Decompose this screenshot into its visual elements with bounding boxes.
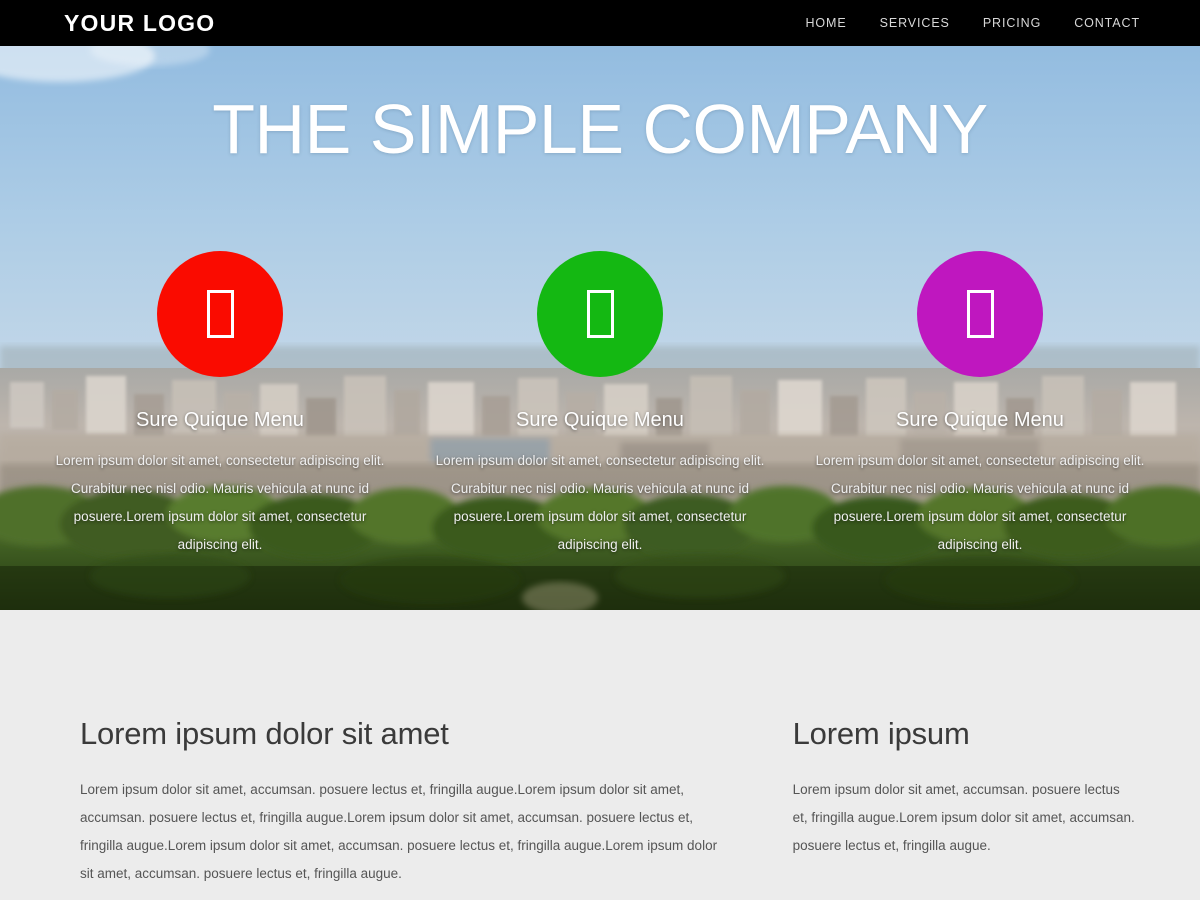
feature-icon-circle-red[interactable] — [157, 251, 283, 377]
feature-card[interactable]: Sure Quique Menu Lorem ipsum dolor sit a… — [410, 251, 790, 559]
content-columns: Lorem ipsum dolor sit amet Lorem ipsum d… — [0, 610, 1200, 888]
feature-card-body: Lorem ipsum dolor sit amet, consectetur … — [435, 453, 765, 552]
hero-section: THE SIMPLE COMPANY Sure Quique Menu Lore… — [0, 46, 1200, 610]
feature-card-body: Lorem ipsum dolor sit amet, consectetur … — [55, 453, 385, 552]
hero-content: THE SIMPLE COMPANY Sure Quique Menu Lore… — [0, 46, 1200, 610]
feature-card[interactable]: Sure Quique Menu Lorem ipsum dolor sit a… — [30, 251, 410, 559]
nav-link-contact[interactable]: CONTACT — [1074, 16, 1140, 30]
nav-link-pricing[interactable]: PRICING — [983, 16, 1041, 30]
feature-icon-circle-green[interactable] — [537, 251, 663, 377]
content-right-text: Lorem ipsum dolor sit amet, accumsan. po… — [792, 781, 1135, 853]
feature-card-title: Sure Quique Menu — [136, 409, 304, 431]
content-section: Lorem ipsum dolor sit amet Lorem ipsum d… — [0, 610, 1200, 900]
content-column-left: Lorem ipsum dolor sit amet Lorem ipsum d… — [80, 716, 729, 888]
nav-link-services[interactable]: SERVICES — [880, 16, 950, 30]
top-navbar: YOUR LOGO HOME SERVICES PRICING CONTACT — [0, 0, 1200, 46]
main-navigation: HOME SERVICES PRICING CONTACT — [806, 16, 1141, 30]
content-left-heading: Lorem ipsum dolor sit amet — [80, 716, 449, 751]
missing-glyph-icon — [206, 290, 234, 338]
missing-glyph-icon — [586, 290, 614, 338]
missing-glyph-icon — [966, 290, 994, 338]
feature-icon-circle-magenta[interactable] — [917, 251, 1043, 377]
site-logo[interactable]: YOUR LOGO — [64, 10, 215, 37]
content-column-right: Lorem ipsum Lorem ipsum dolor sit amet, … — [793, 716, 1136, 888]
content-right-heading: Lorem ipsum — [792, 716, 970, 751]
feature-card-body: Lorem ipsum dolor sit amet, consectetur … — [815, 453, 1145, 552]
feature-card[interactable]: Sure Quique Menu Lorem ipsum dolor sit a… — [790, 251, 1170, 559]
hero-title: THE SIMPLE COMPANY — [212, 90, 988, 168]
feature-cards: Sure Quique Menu Lorem ipsum dolor sit a… — [0, 251, 1200, 559]
content-left-text: Lorem ipsum dolor sit amet, accumsan. po… — [80, 781, 718, 881]
feature-card-title: Sure Quique Menu — [896, 409, 1064, 431]
nav-link-home[interactable]: HOME — [806, 16, 847, 30]
feature-card-title: Sure Quique Menu — [516, 409, 684, 431]
